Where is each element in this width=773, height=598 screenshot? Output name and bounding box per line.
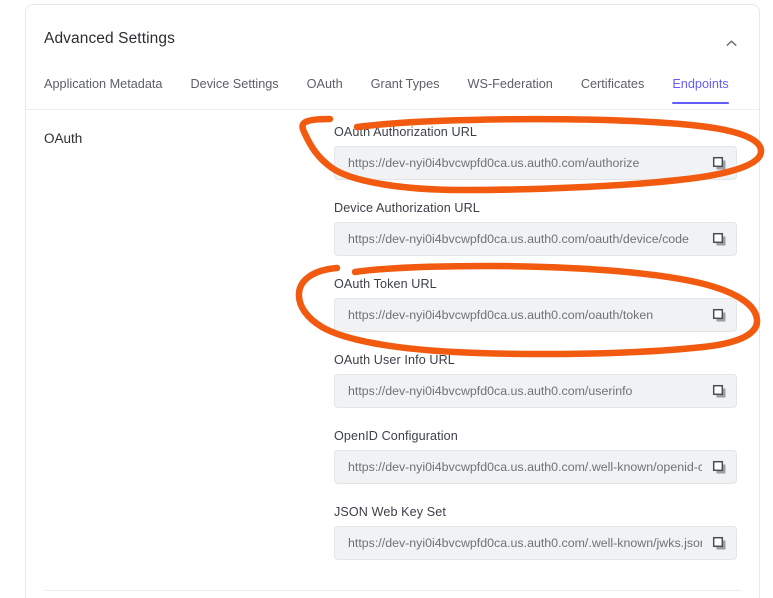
- field-json-web-key-set: JSON Web Key Set https://dev-nyi0i4bvcwpf…: [334, 505, 737, 560]
- copy-icon[interactable]: [702, 299, 736, 331]
- field-oauth-authorization-url: OAuth Authorization URL https://dev-nyi0i…: [334, 125, 737, 180]
- card-header: Advanced Settings: [26, 5, 759, 65]
- advanced-settings-card: Advanced Settings Application Metadata De…: [25, 4, 760, 598]
- copy-icon[interactable]: [702, 527, 736, 559]
- tab-label: WS-Federation: [468, 77, 553, 91]
- page-title: Advanced Settings: [44, 30, 175, 48]
- tab-device-settings[interactable]: Device Settings: [177, 67, 293, 103]
- active-tab-underline: [672, 102, 728, 104]
- field-label: OpenID Configuration: [334, 429, 737, 443]
- copy-icon[interactable]: [702, 375, 736, 407]
- tab-grant-types[interactable]: Grant Types: [357, 67, 454, 103]
- field-label: OAuth Token URL: [334, 277, 737, 291]
- tab-endpoints[interactable]: Endpoints: [658, 67, 742, 103]
- readonly-input-group: https://dev-nyi0i4bvcwpfd0ca.us.auth0.co…: [334, 374, 737, 408]
- tab-label: Device Settings: [191, 77, 279, 91]
- endpoint-url-input[interactable]: https://dev-nyi0i4bvcwpfd0ca.us.auth0.co…: [335, 375, 702, 407]
- field-label: OAuth User Info URL: [334, 353, 737, 367]
- tab-bar: Application Metadata Device Settings OAuth…: [26, 67, 759, 110]
- tab-label: OAuth: [307, 77, 343, 91]
- tab-application-metadata[interactable]: Application Metadata: [44, 67, 177, 103]
- readonly-input-group: https://dev-nyi0i4bvcwpfd0ca.us.auth0.co…: [334, 298, 737, 332]
- section-label: OAuth: [44, 131, 82, 146]
- screenshot-root: Advanced Settings Application Metadata De…: [0, 0, 773, 598]
- readonly-input-group: https://dev-nyi0i4bvcwpfd0ca.us.auth0.co…: [334, 146, 737, 180]
- readonly-input-group: https://dev-nyi0i4bvcwpfd0ca.us.auth0.co…: [334, 222, 737, 256]
- endpoint-fields: OAuth Authorization URL https://dev-nyi0i…: [334, 125, 737, 560]
- tab-oauth[interactable]: OAuth: [293, 67, 357, 103]
- tab-label: Endpoints: [672, 77, 728, 91]
- endpoint-url-input[interactable]: https://dev-nyi0i4bvcwpfd0ca.us.auth0.co…: [335, 527, 702, 559]
- endpoint-url-input[interactable]: https://dev-nyi0i4bvcwpfd0ca.us.auth0.co…: [335, 299, 702, 331]
- tab-label: Grant Types: [371, 77, 440, 91]
- tab-certificates[interactable]: Certificates: [567, 67, 658, 103]
- field-oauth-token-url: OAuth Token URL https://dev-nyi0i4bvcwpfd…: [334, 277, 737, 332]
- endpoint-url-input[interactable]: https://dev-nyi0i4bvcwpfd0ca.us.auth0.co…: [335, 223, 702, 255]
- field-label: OAuth Authorization URL: [334, 125, 737, 139]
- endpoint-url-input[interactable]: https://dev-nyi0i4bvcwpfd0ca.us.auth0.co…: [335, 147, 702, 179]
- copy-icon[interactable]: [702, 147, 736, 179]
- oauth-section: OAuth OAuth Authorization URL https://dev…: [26, 111, 759, 598]
- chevron-up-icon[interactable]: [719, 31, 743, 55]
- tab-ws-federation[interactable]: WS-Federation: [454, 67, 567, 103]
- field-label: JSON Web Key Set: [334, 505, 737, 519]
- field-oauth-user-info-url: OAuth User Info URL https://dev-nyi0i4bvc…: [334, 353, 737, 408]
- copy-icon[interactable]: [702, 223, 736, 255]
- readonly-input-group: https://dev-nyi0i4bvcwpfd0ca.us.auth0.co…: [334, 450, 737, 484]
- section-divider: [44, 590, 741, 591]
- readonly-input-group: https://dev-nyi0i4bvcwpfd0ca.us.auth0.co…: [334, 526, 737, 560]
- field-openid-configuration: OpenID Configuration https://dev-nyi0i4bv…: [334, 429, 737, 484]
- tab-label: Certificates: [581, 77, 644, 91]
- field-device-authorization-url: Device Authorization URL https://dev-nyi0…: [334, 201, 737, 256]
- field-label: Device Authorization URL: [334, 201, 737, 215]
- copy-icon[interactable]: [702, 451, 736, 483]
- endpoint-url-input[interactable]: https://dev-nyi0i4bvcwpfd0ca.us.auth0.co…: [335, 451, 702, 483]
- tab-label: Application Metadata: [44, 77, 163, 91]
